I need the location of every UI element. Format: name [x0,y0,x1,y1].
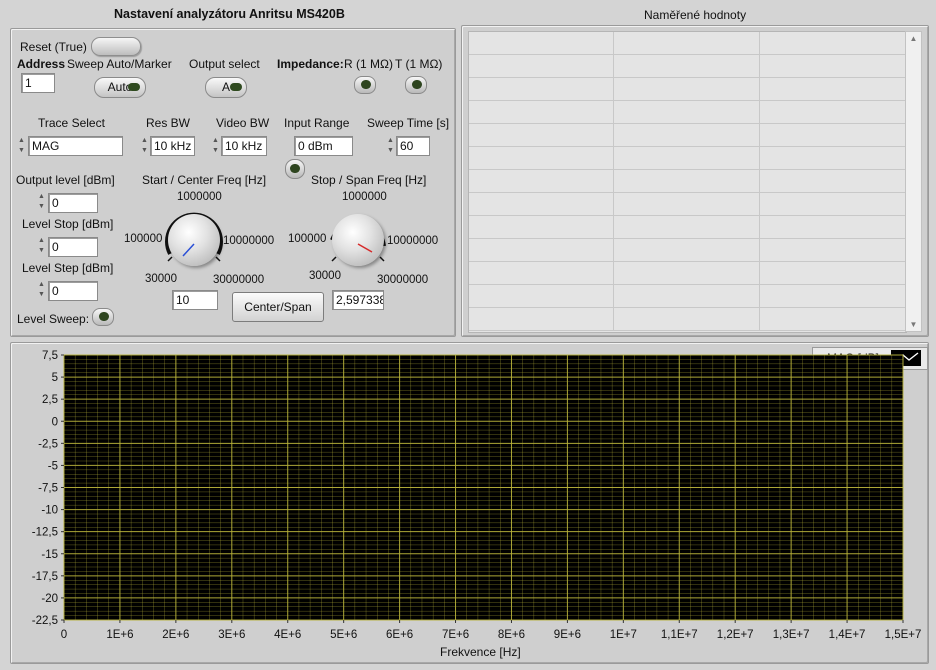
y-tick-label: 0 [52,416,58,428]
x-axis-label: Frekvence [Hz] [440,645,521,659]
x-tick-label: 3E+6 [218,629,245,641]
x-tick-label: 1,3E+7 [773,629,810,641]
y-tick-label: -20 [41,593,58,605]
x-tick-label: 7E+6 [442,629,469,641]
x-tick-label: 8E+6 [498,629,525,641]
y-tick-label: 5 [52,372,58,384]
x-tick-label: 1,5E+7 [885,629,922,641]
frequency-plot[interactable]: 0 1E+6 2E+6 3E+6 4E+6 5E+6 6E+6 7E+6 8E+6 9E+6 1E+… [0,0,936,670]
x-tick-label: 1,1E+7 [661,629,698,641]
x-tick-label: 1,2E+7 [717,629,754,641]
y-tick-label: -2,5 [38,438,58,450]
y-tick-label: 2,5 [42,394,58,406]
x-tick-label: 2E+6 [162,629,189,641]
y-tick-label: -5 [48,460,58,472]
x-tick-label: 5E+6 [330,629,357,641]
x-tick-label: 4E+6 [274,629,301,641]
x-tick-label: 1E+7 [610,629,637,641]
x-tick-label: 0 [61,629,67,641]
y-tick-label: 7,5 [42,350,58,362]
y-tick-label: -22,5 [32,615,58,627]
y-tick-label: -12,5 [32,527,58,539]
x-tick-label: 1E+6 [106,629,133,641]
y-tick-label: -7,5 [38,483,58,495]
x-tick-label: 1,4E+7 [829,629,866,641]
y-tick-label: -15 [41,549,58,561]
x-tick-label: 9E+6 [554,629,581,641]
y-tick-label: -10 [41,505,58,517]
y-tick-label: -17,5 [32,571,58,583]
x-tick-label: 6E+6 [386,629,413,641]
